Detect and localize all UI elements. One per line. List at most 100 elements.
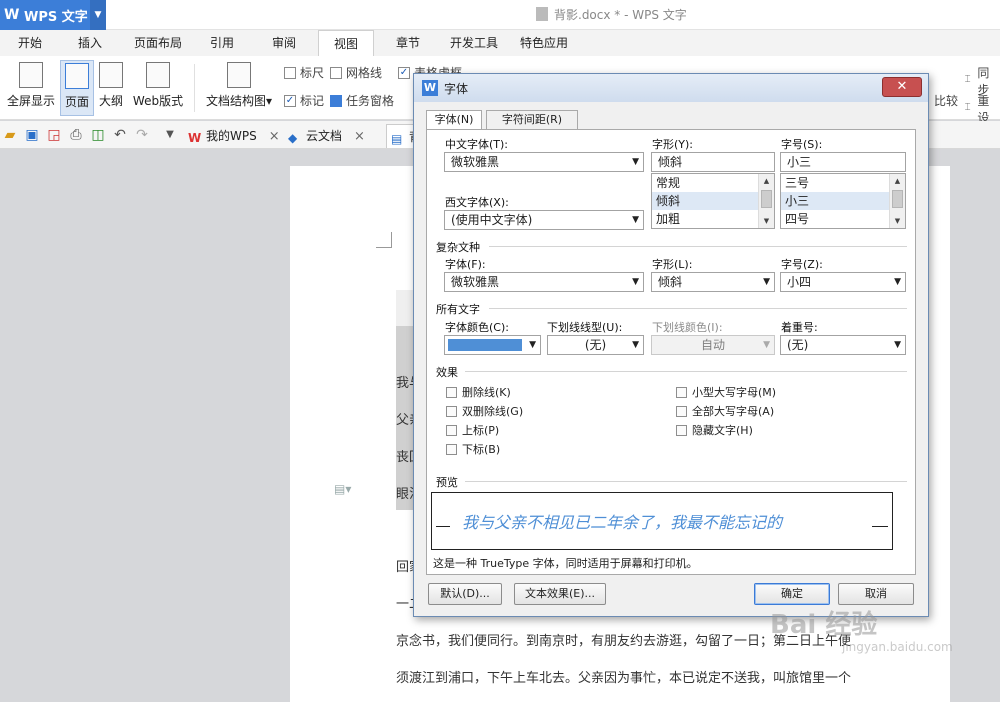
close-tab-icon[interactable]: ×: [269, 129, 280, 144]
redo-icon[interactable]: ↷: [134, 127, 150, 143]
side-by-side-button[interactable]: 比较: [934, 92, 958, 109]
scroll-up-icon[interactable]: ▲: [759, 174, 774, 188]
wps-menu-button[interactable]: W WPS 文字 ▼: [0, 0, 106, 30]
complex-font-select[interactable]: 微软雅黑 ▼: [444, 272, 644, 292]
save-icon[interactable]: ▣: [24, 127, 40, 143]
web-view-button[interactable]: Web版式: [130, 60, 186, 116]
fullscreen-icon: [19, 62, 43, 88]
size-listbox[interactable]: 三号 小三 四号 ▲ ▼: [780, 173, 906, 229]
ribbon-divider: [194, 64, 195, 112]
subscript-checkbox[interactable]: 下标(B): [446, 441, 500, 457]
double-strikethrough-checkbox[interactable]: 双删除线(G): [446, 403, 523, 419]
checkbox-box[interactable]: [676, 386, 687, 398]
text-effect-button[interactable]: 文本效果(E)...: [514, 583, 606, 605]
doc-structure-label: 文档结构图: [205, 94, 266, 108]
table-grid-checkbox[interactable]: ✓: [398, 66, 410, 79]
open-folder-icon[interactable]: ▰: [2, 127, 18, 143]
scrollbar[interactable]: ▲ ▼: [889, 174, 905, 228]
chevron-down-icon: ▼: [632, 215, 639, 225]
ruler-toggle[interactable]: 标尺: [284, 64, 324, 81]
dialog-title-bar[interactable]: W 字体 ✕: [414, 74, 928, 102]
task-pane-toggle[interactable]: 任务窗格: [330, 92, 394, 109]
undo-icon[interactable]: ↶: [112, 127, 128, 143]
tab-font[interactable]: 字体(N): [426, 110, 482, 131]
customize-dropdown-icon[interactable]: ▼: [162, 127, 178, 143]
close-icon[interactable]: ✕: [882, 77, 922, 97]
checkbox-box[interactable]: [676, 424, 687, 436]
print-icon[interactable]: ⎙: [68, 127, 84, 143]
complex-size-select[interactable]: 小四 ▼: [780, 272, 906, 292]
list-item[interactable]: 四号: [781, 210, 889, 228]
complex-size-label: 字号(Z):: [781, 258, 823, 271]
print-preview-icon[interactable]: ◫: [90, 127, 106, 143]
style-listbox[interactable]: 常规 倾斜 加粗 ▲ ▼: [651, 173, 775, 229]
tab-page-layout[interactable]: 页面布局: [128, 30, 188, 56]
checkbox-box[interactable]: [446, 405, 457, 417]
superscript-checkbox[interactable]: 上标(P): [446, 422, 499, 438]
gridlines-toggle[interactable]: 网格线: [330, 64, 382, 81]
tab-my-wps[interactable]: W 我的WPS ×: [188, 124, 280, 148]
list-item[interactable]: 加粗: [652, 210, 758, 228]
default-button[interactable]: 默认(D)...: [428, 583, 502, 605]
scroll-up-icon[interactable]: ▲: [890, 174, 905, 188]
small-caps-checkbox[interactable]: 小型大写字母(M): [676, 384, 776, 400]
tab-reference[interactable]: 引用: [204, 30, 240, 56]
underline-style-select[interactable]: (无) ▼: [547, 335, 644, 355]
checkbox-box[interactable]: [446, 424, 457, 436]
emphasis-select[interactable]: (无) ▼: [780, 335, 906, 355]
underline-color-select[interactable]: 自动 ▼: [651, 335, 775, 355]
window-title-text: 背影.docx * - WPS 文字: [554, 8, 687, 22]
style-input[interactable]: 倾斜: [651, 152, 775, 172]
complex-style-select[interactable]: 倾斜 ▼: [651, 272, 775, 292]
subscript-label: 下标(B): [462, 443, 501, 456]
chevron-down-icon[interactable]: ▼: [90, 0, 106, 30]
page-view-button[interactable]: 页面: [60, 60, 94, 116]
gridlines-checkbox[interactable]: [330, 66, 342, 79]
chevron-down-icon: ▼: [632, 277, 639, 287]
tab-cloud-docs[interactable]: ◆ 云文档 ×: [288, 124, 365, 148]
cloud-cube-icon: ◆: [288, 131, 298, 145]
marks-toggle[interactable]: ✓ 标记: [284, 92, 324, 109]
list-item[interactable]: 倾斜: [652, 192, 758, 210]
marks-checkbox[interactable]: ✓: [284, 94, 296, 107]
outline-view-button[interactable]: 大纲: [96, 60, 126, 116]
tab-view[interactable]: 视图: [318, 30, 374, 56]
tab-special[interactable]: 特色应用: [514, 30, 574, 56]
all-caps-checkbox[interactable]: 全部大写字母(A): [676, 403, 774, 419]
fullscreen-button[interactable]: 全屏显示: [4, 60, 58, 116]
ok-button[interactable]: 确定: [754, 583, 830, 605]
tab-review[interactable]: 审阅: [266, 30, 302, 56]
list-item[interactable]: 常规: [652, 174, 758, 192]
doc-structure-button[interactable]: 文档结构图▾: [202, 60, 276, 116]
checkbox-box[interactable]: [676, 405, 687, 417]
ruler-checkbox[interactable]: [284, 66, 296, 79]
close-tab-icon[interactable]: ×: [354, 129, 365, 144]
scroll-down-icon[interactable]: ▼: [759, 214, 774, 228]
font-color-picker[interactable]: ▼: [444, 335, 541, 355]
checkbox-box[interactable]: [446, 443, 457, 455]
tab-start[interactable]: 开始: [12, 30, 48, 56]
complex-section-title: 复杂文种: [436, 241, 480, 254]
document-icon: ▤: [391, 132, 403, 146]
scroll-thumb[interactable]: [761, 190, 772, 208]
size-input[interactable]: 小三: [780, 152, 906, 172]
checkbox-box[interactable]: [446, 386, 457, 398]
hidden-text-checkbox[interactable]: 隐藏文字(H): [676, 422, 753, 438]
strikethrough-checkbox[interactable]: 删除线(K): [446, 384, 511, 400]
scroll-down-icon[interactable]: ▼: [890, 214, 905, 228]
tab-dev-tools[interactable]: 开发工具: [444, 30, 504, 56]
list-item[interactable]: 小三: [781, 192, 889, 210]
task-pane-checkbox[interactable]: [330, 94, 342, 107]
tab-char-spacing[interactable]: 字符间距(R): [486, 110, 578, 130]
export-pdf-icon[interactable]: ◲: [46, 127, 62, 143]
list-item[interactable]: 三号: [781, 174, 889, 192]
scroll-thumb[interactable]: [892, 190, 903, 208]
cancel-button[interactable]: 取消: [838, 583, 914, 605]
scrollbar[interactable]: ▲ ▼: [758, 174, 774, 228]
cn-font-select[interactable]: 微软雅黑 ▼: [444, 152, 644, 172]
all-text-section-title: 所有文字: [436, 303, 480, 316]
paragraph-menu-icon[interactable]: ▤▾: [334, 482, 351, 496]
west-font-select[interactable]: (使用中文字体) ▼: [444, 210, 644, 230]
tab-insert[interactable]: 插入: [72, 30, 108, 56]
tab-chapter[interactable]: 章节: [390, 30, 426, 56]
